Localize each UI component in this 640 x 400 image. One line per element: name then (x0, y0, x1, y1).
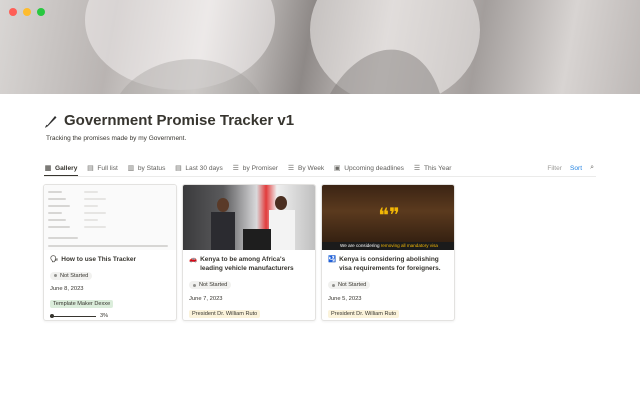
app-window: Government Promise Tracker v1 Tracking t… (0, 0, 640, 400)
preview-property-value (84, 219, 98, 221)
window-controls (9, 8, 45, 16)
gallery-card[interactable]: ❝❞ We are considering removing all mandat… (321, 184, 455, 321)
tab-label: Upcoming deadlines (344, 164, 404, 172)
tab-by-promiser[interactable]: ☰ by Promiser (232, 164, 278, 173)
database-toolbar: Filter Sort ⌕ (547, 164, 594, 172)
view-tabs: ▦ Gallery ▤ Full list ▥ by Status ▤ Last 30 day… (44, 164, 452, 173)
page-title-text: Government Promise Tracker v1 (64, 112, 295, 129)
preview-property-label (48, 219, 66, 221)
status-badge: Not Started (50, 271, 93, 280)
progress-track (50, 314, 96, 319)
gallery-card[interactable]: 🚗 Kenya to be among Africa's leading vehi… (182, 184, 316, 321)
preview-text-line (48, 245, 168, 247)
preview-property-label (48, 226, 70, 228)
status-label: Not Started (60, 272, 89, 279)
gallery-grid-icon: ▦ (44, 165, 52, 172)
close-window-button[interactable] (9, 8, 17, 16)
tab-gallery[interactable]: ▦ Gallery (44, 164, 78, 173)
list-icon: ☰ (232, 165, 239, 172)
tab-by-status[interactable]: ▥ by Status (127, 164, 166, 173)
tab-label: Full list (97, 164, 118, 172)
banner-caption-highlight: removing all mandatory visa (380, 243, 438, 248)
preview-property-value (84, 198, 106, 200)
board-icon: ▥ (127, 165, 135, 172)
tab-this-year[interactable]: ☰ This Year (413, 164, 452, 173)
card-cover-document-preview (44, 185, 176, 250)
tab-label: This Year (423, 164, 452, 172)
gallery-view: 🗣 How to use This Tracker Not Started June … (43, 184, 455, 321)
tab-label: by Promiser (242, 164, 278, 172)
card-emoji-icon: 🛂 (328, 256, 337, 263)
status-dot-icon (54, 274, 57, 278)
tab-label: Gallery (55, 164, 78, 172)
tab-by-week[interactable]: ☰ By Week (287, 164, 325, 173)
status-dot-icon (332, 283, 335, 287)
promiser-tag: Template Maker Dexxe (50, 300, 114, 309)
sort-button[interactable]: Sort (570, 165, 582, 172)
card-cover-photo (183, 185, 315, 250)
men-at-exhibition-photo (211, 196, 295, 250)
status-label: Not Started (338, 282, 367, 289)
card-title-text: Kenya to be among Africa's leading vehic… (200, 256, 294, 273)
card-emoji-icon: 🚗 (189, 256, 198, 263)
card-title-text: How to use This Tracker (61, 256, 137, 263)
page-cover-image[interactable] (0, 0, 640, 94)
promiser-tag: President Dr. William Ruto (328, 309, 400, 318)
card-emoji-icon: 🗣 (50, 256, 59, 263)
tabs-divider (44, 176, 596, 177)
preview-property-label (48, 205, 70, 207)
gallery-card[interactable]: 🗣 How to use This Tracker Not Started June … (43, 184, 177, 321)
status-dot-icon (193, 283, 196, 287)
list-icon: ☰ (287, 165, 295, 172)
card-title: 🗣 How to use This Tracker (50, 255, 170, 264)
banner-caption-text: We are considering (340, 243, 381, 248)
list-icon: ☰ (413, 165, 421, 172)
cover-hands-illustration (85, 0, 480, 94)
card-cover-quote-banner: ❝❞ We are considering removing all mandat… (322, 185, 454, 250)
page-description: Tracking the promises made by my Governm… (46, 135, 187, 142)
card-title: 🚗 Kenya to be among Africa's leading vehi… (189, 255, 309, 274)
preview-property-value (84, 226, 106, 228)
minimize-window-button[interactable] (23, 8, 31, 16)
table-icon: ▤ (175, 165, 182, 172)
progress-knob (50, 314, 55, 319)
card-title-text: Kenya is considering abolishing visa req… (339, 256, 441, 273)
tab-last-30-days[interactable]: ▤ Last 30 days (174, 164, 223, 173)
maximize-window-button[interactable] (37, 8, 45, 16)
banner-caption: We are considering removing all mandator… (322, 242, 454, 250)
tab-upcoming-deadlines[interactable]: ▣ Upcoming deadlines (333, 164, 404, 173)
preview-property-value (84, 191, 98, 193)
filter-button[interactable]: Filter (547, 165, 562, 172)
search-icon[interactable]: ⌕ (590, 164, 594, 172)
quote-marks-icon: ❝❞ (378, 203, 400, 227)
preview-property-label (48, 191, 62, 193)
preview-property-value (84, 205, 98, 207)
status-badge: Not Started (189, 281, 232, 290)
feather-pen-icon (45, 115, 57, 128)
tab-full-list[interactable]: ▤ Full list (86, 164, 118, 173)
table-icon: ▤ (87, 165, 94, 172)
card-body: 🛂 Kenya is considering abolishing visa re… (322, 250, 454, 320)
preview-text-line (48, 237, 78, 239)
promiser-tag: President Dr. William Ruto (189, 309, 261, 318)
card-title: 🛂 Kenya is considering abolishing visa re… (328, 255, 448, 274)
preview-property-label (48, 198, 66, 200)
calendar-icon: ▣ (333, 165, 341, 172)
status-badge: Not Started (328, 281, 371, 290)
preview-property-label (48, 212, 62, 214)
page-title: Government Promise Tracker v1 (44, 112, 294, 129)
preview-property-value (84, 212, 106, 214)
progress-indicator: 3% (50, 313, 170, 319)
progress-percent: 3% (100, 313, 109, 320)
status-label: Not Started (199, 282, 228, 289)
tab-label: by Status (137, 164, 166, 172)
card-body: 🚗 Kenya to be among Africa's leading vehi… (183, 250, 315, 320)
card-body: 🗣 How to use This Tracker Not Started June … (44, 250, 176, 320)
tab-label: Last 30 days (185, 164, 223, 172)
tab-label: By Week (297, 164, 325, 172)
